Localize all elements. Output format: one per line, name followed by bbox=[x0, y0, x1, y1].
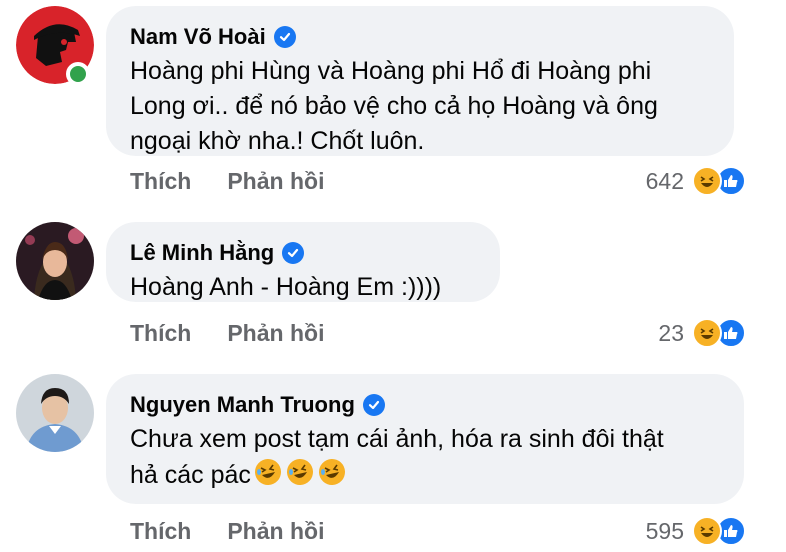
reply-button[interactable]: Phản hồi bbox=[227, 168, 324, 195]
author-name[interactable]: Nguyen Manh Truong bbox=[130, 392, 355, 418]
haha-icon bbox=[692, 516, 722, 546]
reaction-count: 595 bbox=[645, 517, 684, 544]
comment-actions: Thích Phản hồi bbox=[130, 320, 324, 347]
comment-bubble: Lê Minh Hằng Hoàng Anh - Hoàng Em :)))) bbox=[106, 222, 500, 302]
rofl-icon bbox=[285, 457, 315, 487]
comment-text: Hoàng phi Hùng và Hoàng phi Hổ đi Hoàng … bbox=[130, 57, 658, 155]
reply-button[interactable]: Phản hồi bbox=[227, 518, 324, 545]
verified-badge-icon bbox=[282, 242, 305, 264]
online-status-icon bbox=[66, 62, 90, 86]
verified-badge-icon bbox=[362, 394, 385, 416]
author-name[interactable]: Lê Minh Hằng bbox=[130, 240, 274, 266]
avatar[interactable] bbox=[16, 374, 94, 452]
like-button[interactable]: Thích bbox=[130, 168, 191, 195]
haha-icon bbox=[692, 166, 722, 196]
rofl-icon bbox=[317, 457, 347, 487]
reaction-count: 23 bbox=[658, 319, 684, 346]
reactions[interactable]: 642 bbox=[646, 166, 746, 196]
like-button[interactable]: Thích bbox=[130, 518, 191, 545]
avatar[interactable] bbox=[16, 222, 94, 300]
reaction-count: 642 bbox=[645, 167, 684, 194]
rofl-icon bbox=[253, 457, 283, 487]
comment-bubble: Nam Võ Hoài Hoàng phi Hùng và Hoàng phi … bbox=[106, 6, 734, 156]
comment-actions: Thích Phản hồi bbox=[130, 518, 324, 545]
reactions[interactable]: 595 bbox=[646, 516, 746, 546]
reply-button[interactable]: Phản hồi bbox=[227, 320, 324, 347]
comment-actions: Thích Phản hồi bbox=[130, 168, 324, 195]
author-name[interactable]: Nam Võ Hoài bbox=[130, 24, 266, 50]
comment-text: Hoàng Anh - Hoàng Em :)))) bbox=[130, 273, 442, 301]
verified-badge-icon bbox=[273, 26, 296, 48]
comment-text: Chưa xem post tạm cái ảnh, hóa ra sinh đ… bbox=[130, 425, 664, 489]
like-button[interactable]: Thích bbox=[130, 320, 191, 347]
reactions[interactable]: 23 bbox=[658, 318, 746, 348]
comment-bubble: Nguyen Manh Truong Chưa xem post tạm cái… bbox=[106, 374, 744, 504]
haha-icon bbox=[692, 318, 722, 348]
